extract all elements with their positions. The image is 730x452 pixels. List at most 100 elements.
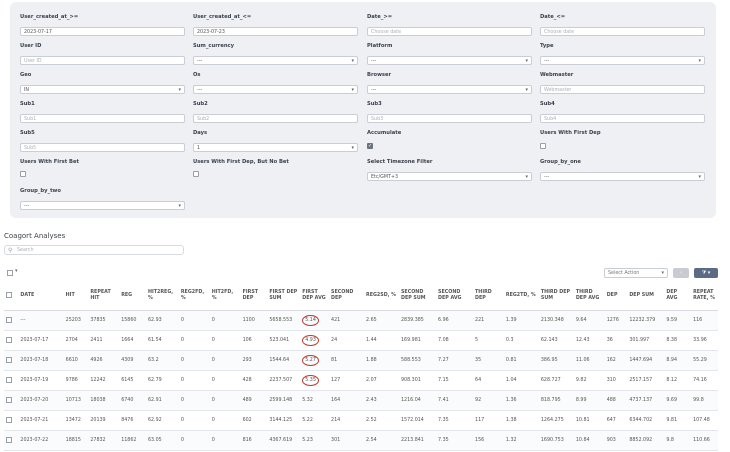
column-header[interactable]: DEP <box>604 282 628 311</box>
chevron-down-icon[interactable]: ▾ <box>15 268 18 274</box>
type-select[interactable]: --- <box>540 56 705 65</box>
timezone-select[interactable]: Etc/GMT+3 <box>367 172 532 181</box>
column-header[interactable]: HIT2REG, % <box>145 282 179 311</box>
users-first-dep-no-bet-checkbox[interactable] <box>193 171 199 177</box>
group-by-one-select[interactable]: --- <box>540 172 705 181</box>
cell-value: 110.66 <box>693 438 710 443</box>
sum-currency-select[interactable]: --- <box>193 56 358 65</box>
table-cell: 628.727 <box>538 370 574 391</box>
table-row[interactable]: --- 25203 37835 15860 62.93 0 0 1100 5658.553 5.1… <box>4 310 718 331</box>
users-first-dep-checkbox[interactable] <box>540 143 546 149</box>
column-header[interactable]: THIRD DEP AVG <box>573 282 605 311</box>
column-header[interactable]: THIRD DEP SUM <box>538 282 574 311</box>
table-cell: 5.14 <box>300 310 330 331</box>
column-header[interactable]: DATE <box>18 282 64 311</box>
table-row[interactable]: 2023-07-18 6610 4926 4309 63.2 0 0 293 1544.64 5.… <box>4 350 718 371</box>
sub3-input[interactable]: Sub3 <box>367 114 532 123</box>
table-cell: 127 <box>329 370 364 391</box>
apply-action-button[interactable]: › <box>673 268 689 278</box>
table-row[interactable]: 2023-07-20 10713 18038 6740 62.91 0 0 489 2599.1… <box>4 390 718 411</box>
cell-value: 116 <box>693 318 703 323</box>
cell-value: 5658.553 <box>269 318 293 323</box>
table-cell[interactable] <box>4 310 19 331</box>
table-cell: 2517.157 <box>627 370 665 391</box>
user-created-gte-input[interactable]: 2023-07-17 <box>20 27 185 36</box>
table-cell[interactable] <box>4 350 19 371</box>
table-cell[interactable] <box>4 410 19 431</box>
group-by-two-select[interactable]: --- <box>20 201 185 210</box>
cell-value: 0 <box>211 358 215 363</box>
table-cell: 301.997 <box>627 330 665 351</box>
row-checkbox[interactable] <box>6 357 12 364</box>
date-gte-input[interactable]: Choose date <box>367 27 532 36</box>
table-cell[interactable] <box>4 370 19 391</box>
select-all-checkbox[interactable] <box>7 270 13 276</box>
user-id-input[interactable]: User ID <box>20 56 185 65</box>
webmaster-input[interactable]: Webmaster <box>540 85 705 94</box>
row-checkbox[interactable] <box>6 377 12 384</box>
accumulate-checkbox[interactable] <box>367 143 373 149</box>
column-header[interactable]: REG <box>119 282 146 311</box>
cell-value: 55.29 <box>693 358 707 363</box>
row-checkbox[interactable] <box>6 437 12 444</box>
table-cell: 0 <box>178 330 210 351</box>
column-header[interactable]: THIRD DEP <box>473 282 504 311</box>
geo-select[interactable]: IN <box>20 85 185 94</box>
users-first-bet-checkbox[interactable] <box>20 171 26 177</box>
header-checkbox[interactable] <box>6 292 12 299</box>
table-cell: 816 <box>240 430 268 451</box>
table-cell[interactable] <box>4 430 19 451</box>
table-cell[interactable] <box>4 330 19 351</box>
row-checkbox[interactable] <box>6 337 12 344</box>
cell-value: 7.08 <box>438 338 449 343</box>
sub2-input[interactable]: Sub2 <box>193 114 358 123</box>
column-filter-button[interactable]: ⧩ ▾ <box>694 268 718 278</box>
column-header[interactable]: FIRST DEP AVG <box>300 282 330 311</box>
column-header[interactable]: REG2SD, % <box>364 282 399 311</box>
sub5-input[interactable]: Sub5 <box>20 143 185 152</box>
table-cell[interactable] <box>4 390 19 411</box>
cell-value: 5.35 <box>302 375 319 386</box>
cell-value: 1664 <box>121 338 134 343</box>
column-header[interactable]: FIRST DEP SUM <box>267 282 301 311</box>
table-row[interactable]: 2023-07-19 9786 12242 6145 62.79 0 0 428 2237.50… <box>4 370 718 391</box>
column-header[interactable]: REG2FD, % <box>178 282 210 311</box>
column-header[interactable]: HIT2FD, % <box>209 282 241 311</box>
column-header[interactable]: REPEAT HIT <box>88 282 120 311</box>
column-header[interactable]: FIRST DEP <box>240 282 268 311</box>
cell-value: 15860 <box>121 318 137 323</box>
table-cell: 2.07 <box>364 370 399 391</box>
table-row[interactable]: 2023-07-21 13472 20139 8476 62.92 0 0 602 3144.1… <box>4 410 718 431</box>
table-cell: 6.96 <box>436 310 474 331</box>
table-row[interactable]: 2023-07-22 18815 27832 11862 63.05 0 0 816 4367.… <box>4 430 718 451</box>
table-cell: 0 <box>209 410 241 431</box>
table-row[interactable]: 2023-07-17 2704 2411 1664 61.54 0 0 106 523.041 4… <box>4 330 718 351</box>
column-header[interactable] <box>4 282 19 311</box>
column-header[interactable]: REG2TD, % <box>503 282 539 311</box>
row-checkbox[interactable] <box>6 397 12 404</box>
select-action-dropdown[interactable]: Select Action <box>604 268 668 278</box>
platform-select[interactable]: --- <box>367 56 532 65</box>
date-lte-input[interactable]: Choose date <box>540 27 705 36</box>
search-input[interactable]: ⚲ Search <box>4 245 184 255</box>
browser-select[interactable]: --- <box>367 85 532 94</box>
os-select[interactable]: --- <box>193 85 358 94</box>
column-header[interactable]: SECOND DEP AVG <box>436 282 474 311</box>
table-cell: 0 <box>209 310 241 331</box>
column-header[interactable]: SECOND DEP <box>329 282 364 311</box>
column-header[interactable]: DEP AVG <box>664 282 692 311</box>
column-header[interactable]: HIT <box>63 282 89 311</box>
days-select[interactable]: 1 <box>193 143 358 152</box>
user-created-lte-input[interactable]: 2023-07-23 <box>193 27 358 36</box>
table-cell: 9.8 <box>664 430 692 451</box>
cell-value: 2.52 <box>366 418 377 423</box>
cell-value: 386.95 <box>540 358 558 363</box>
column-header[interactable]: DEP SUM <box>627 282 665 311</box>
table-cell: 18038 <box>88 390 120 411</box>
sub4-input[interactable]: Sub4 <box>540 114 705 123</box>
column-header[interactable]: REPEAT RATE, % <box>691 282 718 311</box>
sub1-input[interactable]: Sub1 <box>20 114 185 123</box>
row-checkbox[interactable] <box>6 417 12 424</box>
column-header[interactable]: SECOND DEP SUM <box>398 282 436 311</box>
row-checkbox[interactable] <box>6 317 12 324</box>
